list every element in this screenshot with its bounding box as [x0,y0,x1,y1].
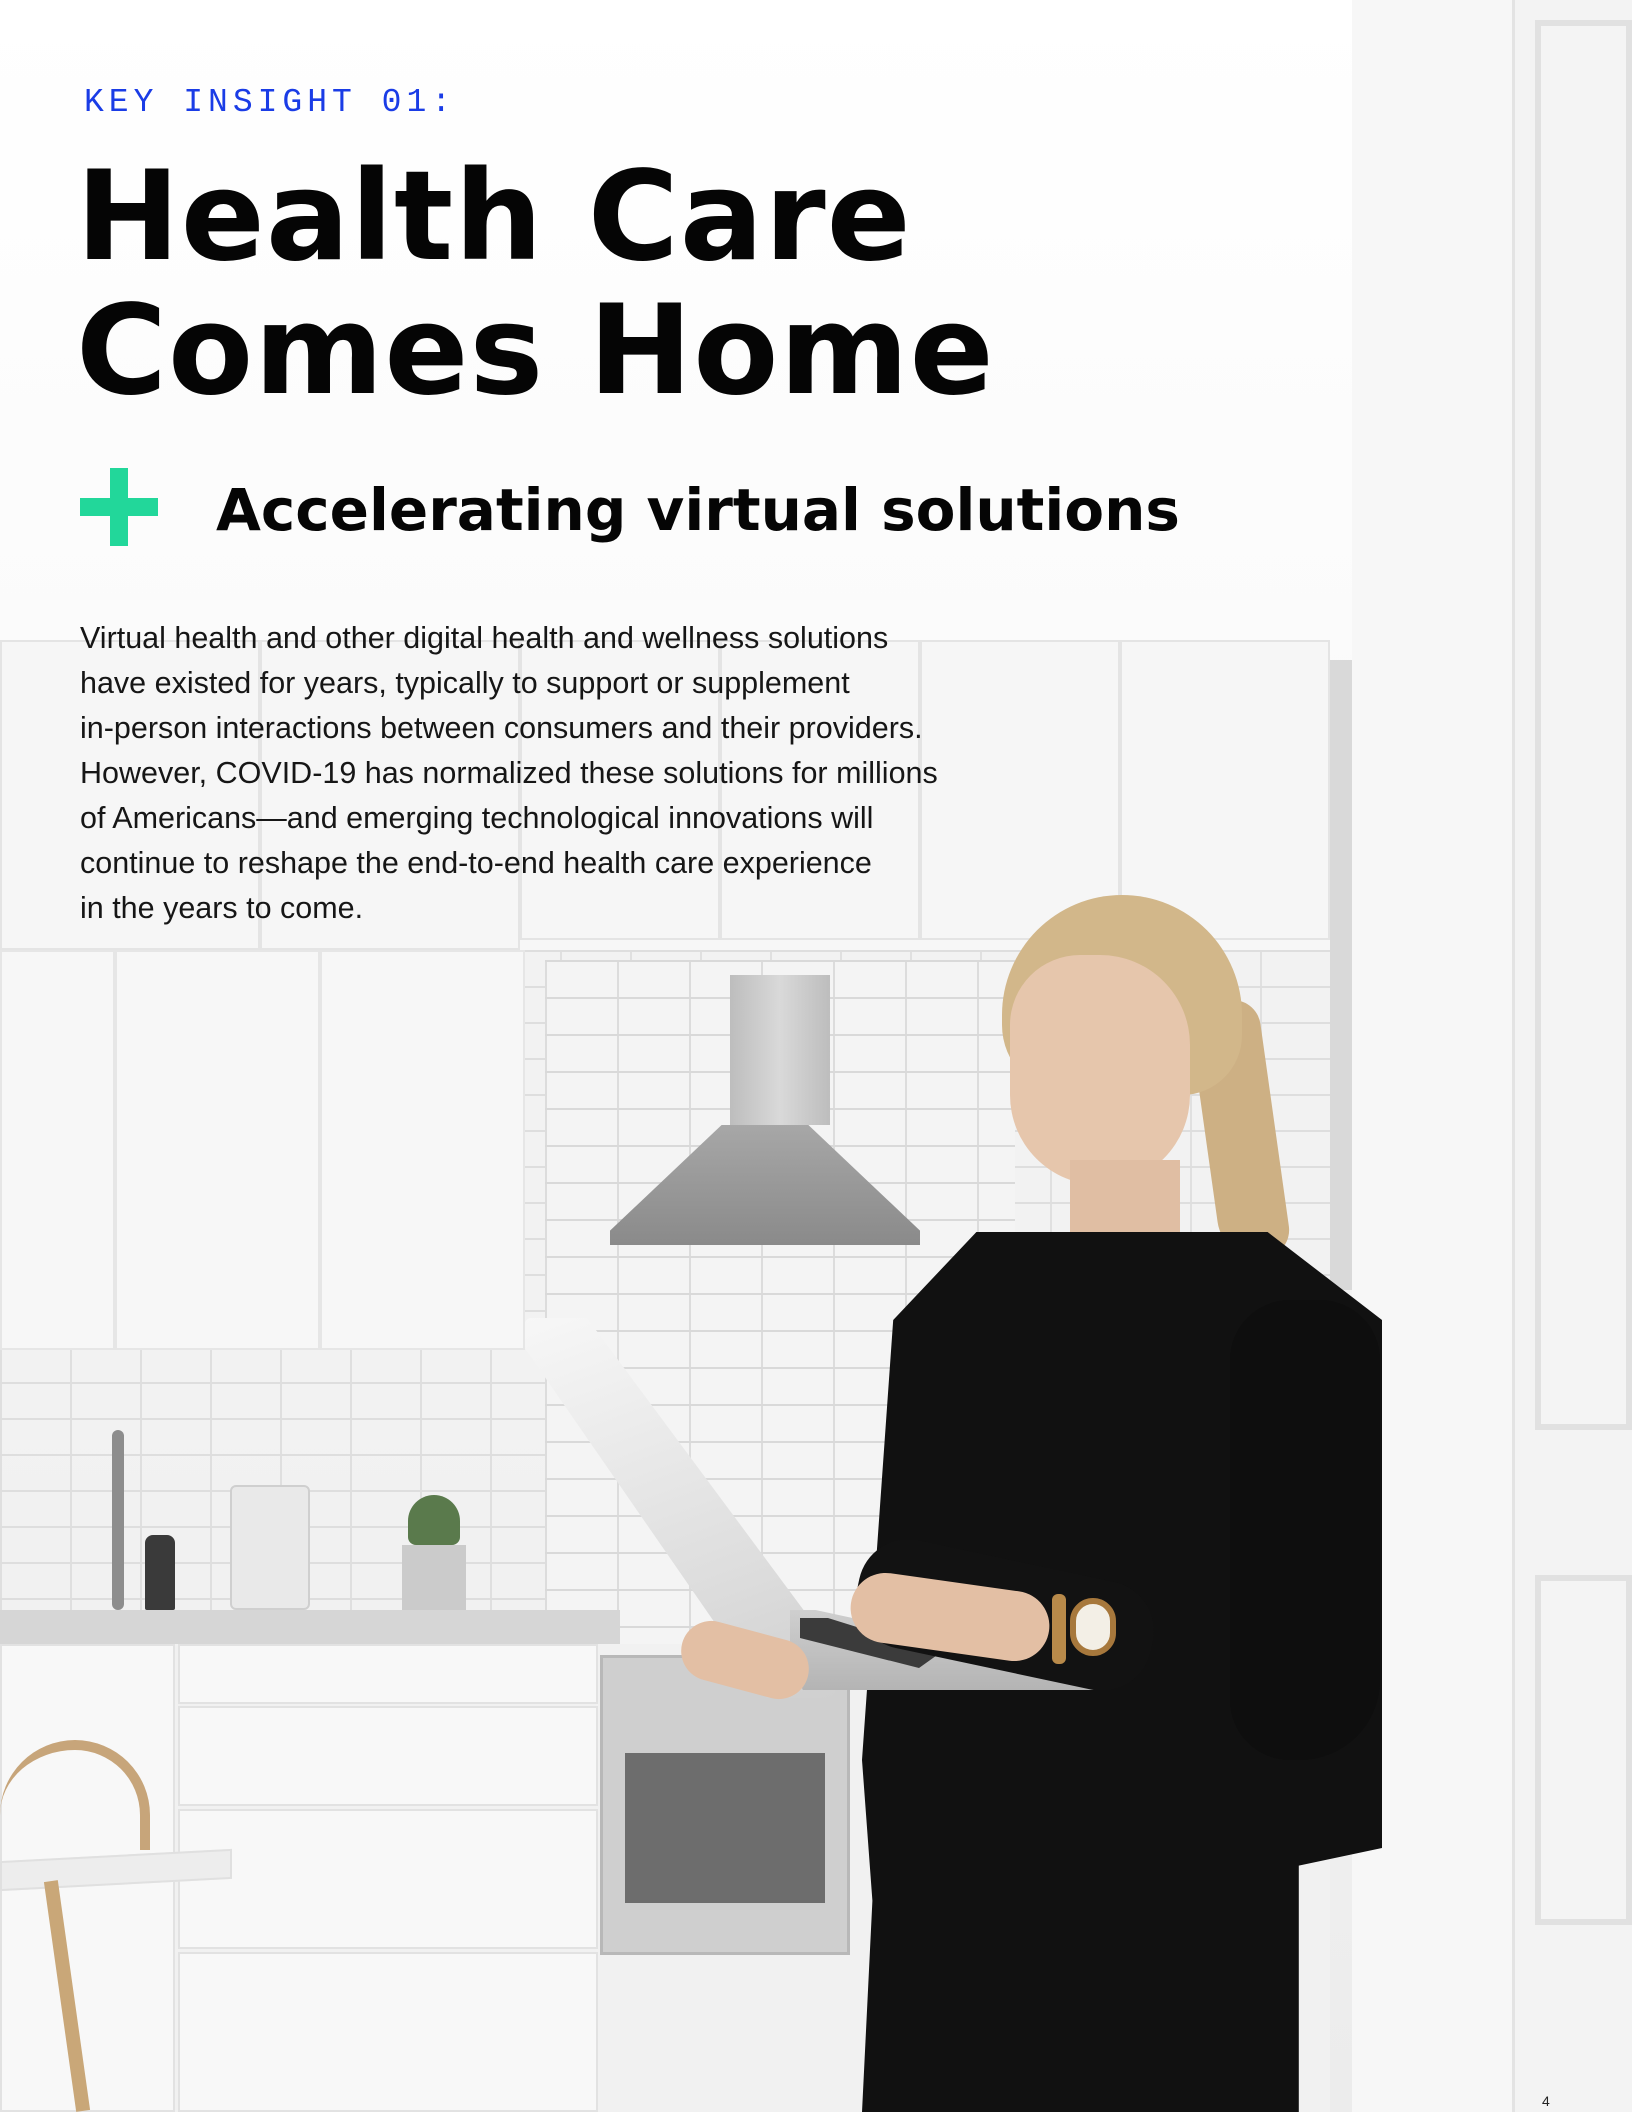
body-line: continue to reshape the end-to-end healt… [80,846,872,880]
page-title: Health Care Comes Home [76,150,1176,418]
body-line: Virtual health and other digital health … [80,621,889,655]
plus-icon [80,468,158,546]
body-line: However, COVID-19 has normalized these s… [80,756,938,790]
key-insight-label: KEY INSIGHT 01: [84,84,457,121]
title-line-1: Health Care [76,145,912,289]
body-line: in-person interactions between consumers… [80,711,923,745]
body-line: have existed for years, typically to sup… [80,666,850,700]
page-number: 4 [1542,2093,1550,2109]
section-subtitle: Accelerating virtual solutions [216,476,1180,544]
body-paragraph: Virtual health and other digital health … [80,616,1000,931]
body-line: of Americans—and emerging technological … [80,801,874,835]
page-content: KEY INSIGHT 01: Health Care Comes Home A… [0,0,1632,2112]
title-line-2: Comes Home [76,279,995,423]
body-line: in the years to come. [80,891,364,925]
